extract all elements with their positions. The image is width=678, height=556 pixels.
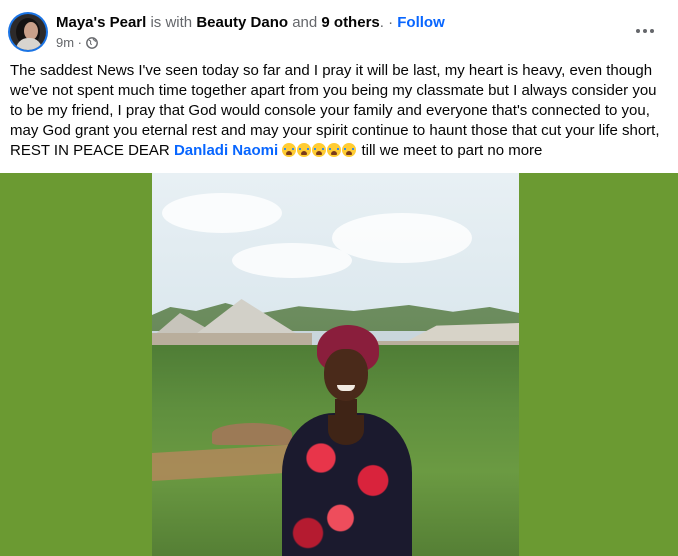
post-photo[interactable]: [152, 173, 519, 556]
crying-face-emoji: [312, 143, 327, 157]
post-time-link[interactable]: 9m ·: [56, 35, 82, 51]
is-with-text: is with: [150, 14, 193, 31]
and-text: and: [292, 14, 318, 31]
person: [262, 323, 422, 556]
others-link[interactable]: 9 others: [321, 14, 379, 31]
avatar[interactable]: [10, 14, 46, 50]
follow-button[interactable]: Follow: [397, 14, 445, 31]
facebook-post: Maya's Pearl is with Beauty Dano and 9 o…: [0, 0, 678, 556]
post-header: Maya's Pearl is with Beauty Dano and 9 o…: [0, 0, 678, 60]
post-meta: 9m ·: [56, 35, 98, 51]
post-photo-area: [0, 173, 678, 556]
separator-text: . ·: [379, 14, 394, 31]
cloud: [162, 193, 282, 233]
emoji-group: [282, 142, 361, 159]
cloud: [332, 213, 472, 263]
more-dot: [650, 29, 654, 33]
post-text: The saddest News I've seen today so far …: [10, 61, 670, 161]
post-text-end: till we meet to part no more: [361, 142, 543, 159]
mention-link[interactable]: Danladi Naomi: [174, 142, 278, 159]
author-name-link[interactable]: Maya's Pearl: [56, 14, 146, 31]
neckline: [328, 415, 364, 445]
crying-face-emoji: [297, 143, 312, 157]
more-dot: [643, 29, 647, 33]
globe-icon: [86, 37, 98, 49]
cloud: [232, 243, 352, 278]
more-options-icon[interactable]: [630, 20, 660, 42]
neck: [335, 399, 357, 419]
more-dot: [636, 29, 640, 33]
tagged-person-link[interactable]: Beauty Dano: [196, 14, 288, 31]
crying-face-emoji: [342, 143, 357, 157]
post-author-line: Maya's Pearl is with Beauty Dano and 9 o…: [56, 14, 445, 32]
face: [324, 349, 368, 401]
crying-face-emoji: [327, 143, 342, 157]
avatar-shirt: [16, 38, 42, 50]
crying-face-emoji: [282, 143, 297, 157]
